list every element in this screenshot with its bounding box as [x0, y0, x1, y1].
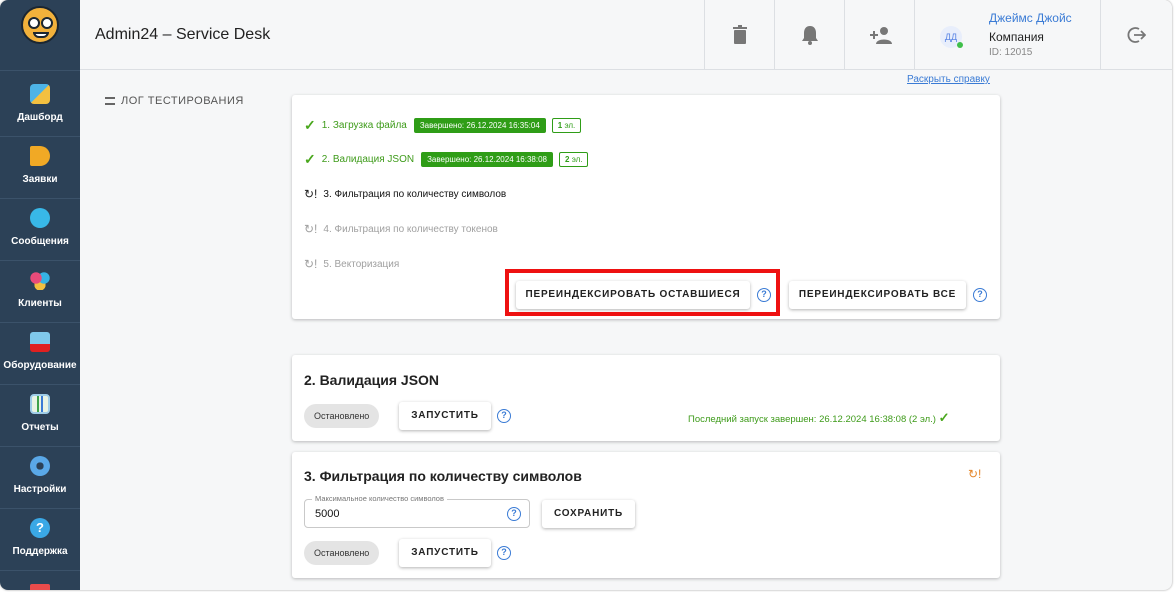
equipment-icon — [30, 332, 50, 352]
step-item: ↻! 3. Фильтрация по количеству символов — [304, 187, 507, 201]
check-icon: ✓ — [304, 151, 316, 167]
sidebar-item-label: Настройки — [13, 484, 67, 495]
add-user-icon — [870, 27, 892, 44]
reload-icon: ↻! — [304, 257, 318, 271]
max-chars-field[interactable]: Максимальное количество символов 5000 ? — [304, 494, 530, 528]
field-label: Максимальное количество символов — [312, 494, 447, 503]
help-icon: ? — [30, 518, 50, 538]
logout-icon — [1127, 27, 1146, 43]
sidebar-item-label: Отчеты — [21, 422, 59, 433]
dashboard-icon — [30, 84, 50, 104]
notifications-button[interactable] — [774, 0, 844, 70]
sidebar-item-label: Оборудование — [3, 360, 77, 371]
char-filter-card: 3. Фильтрация по количеству символов ↻! … — [292, 452, 1000, 578]
help-icon[interactable]: ? — [973, 288, 987, 302]
reindex-all-button[interactable]: ПЕРЕИНДЕКСИРОВАТЬ ВСЕ — [789, 281, 966, 309]
app-title: Admin24 – Service Desk — [95, 26, 271, 43]
sidebar-item-settings[interactable]: Настройки — [0, 446, 80, 508]
sidebar-item-label: Дашборд — [17, 112, 63, 123]
app-window: Дашборд Заявки Сообщения Клиенты Оборудо… — [0, 0, 1172, 590]
sidebar-item-equipment[interactable]: Оборудование — [0, 322, 80, 384]
status-badge: Остановлено — [304, 541, 380, 565]
step-item: ✓ 1. Загрузка файла Завершено: 26.12.202… — [304, 117, 582, 134]
card-title: 3. Фильтрация по количеству символов — [304, 468, 582, 484]
trash-icon — [733, 25, 747, 44]
sidebar-item-messages[interactable]: Сообщения — [0, 198, 80, 260]
reload-icon: ↻! — [304, 222, 318, 236]
chat-icon — [30, 208, 50, 228]
count-badge: 1 эл. — [551, 118, 582, 133]
sidebar-item-dashboard[interactable]: Дашборд — [0, 74, 80, 136]
save-button[interactable]: СОХРАНИТЬ — [542, 500, 635, 528]
gear-icon — [30, 456, 50, 476]
log-section-label: ЛОГ ТЕСТИРОВАНИЯ — [105, 95, 244, 107]
expand-help-link[interactable]: Раскрыть справку — [907, 74, 990, 85]
sidebar-item-label: Заявки — [22, 174, 58, 185]
user-name[interactable]: Джеймс Джойс — [989, 11, 1072, 25]
check-icon: ✓ — [304, 117, 316, 133]
step-item: ↻! 5. Векторизация — [304, 257, 400, 271]
user-id: ID: 12015 — [989, 47, 1033, 58]
step-item: ↻! 4. Фильтрация по количеству токенов — [304, 222, 498, 236]
status-badge: Завершено: 26.12.2024 16:35:04 — [413, 118, 546, 133]
help-icon[interactable]: ? — [497, 546, 511, 560]
logout-button[interactable] — [1100, 0, 1172, 70]
more-icon — [30, 584, 50, 590]
logo-icon[interactable] — [21, 6, 59, 44]
help-icon[interactable]: ? — [507, 507, 521, 521]
bell-icon — [802, 26, 818, 45]
reload-icon: ↻! — [304, 187, 318, 201]
list-icon — [105, 97, 115, 106]
field-value: 5000 — [315, 508, 340, 520]
sidebar-item-support[interactable]: ? Поддержка — [0, 508, 80, 570]
json-validation-card: 2. Валидация JSON Остановлено ЗАПУСТИТЬ … — [292, 355, 1000, 441]
help-icon[interactable]: ? — [497, 409, 511, 423]
sidebar-item-label: Сообщения — [11, 236, 69, 247]
sidebar-divider — [0, 570, 80, 571]
status-badge: Завершено: 26.12.2024 16:38:08 — [421, 152, 553, 167]
step-item: ✓ 2. Валидация JSON Завершено: 26.12.202… — [304, 151, 589, 168]
sidebar-item-tickets[interactable]: Заявки — [0, 136, 80, 198]
sidebar-divider — [0, 70, 80, 71]
card-title: 2. Валидация JSON — [304, 372, 440, 388]
sidebar-item-clients[interactable]: Клиенты — [0, 260, 80, 322]
sidebar: Дашборд Заявки Сообщения Клиенты Оборудо… — [0, 0, 80, 590]
highlight-box — [505, 269, 780, 316]
run-button[interactable]: ЗАПУСТИТЬ — [399, 402, 491, 430]
sidebar-item-label: Поддержка — [12, 546, 68, 557]
online-status-icon — [957, 42, 963, 48]
megaphone-icon — [30, 146, 50, 166]
reload-icon: ↻! — [968, 467, 982, 481]
trash-button[interactable] — [704, 0, 774, 70]
last-run-status: Последний запуск завершен: 26.12.2024 16… — [688, 410, 950, 425]
sidebar-item-reports[interactable]: Отчеты — [0, 384, 80, 446]
header: Admin24 – Service Desk ДД Джеймс Джойс К… — [80, 0, 1172, 70]
sidebar-item-label: Клиенты — [18, 298, 62, 309]
user-company: Компания — [989, 30, 1044, 44]
count-badge: 2 эл. — [559, 152, 589, 167]
clients-icon — [30, 270, 50, 290]
add-user-button[interactable] — [844, 0, 914, 70]
check-icon: ✓ — [938, 410, 950, 425]
run-button[interactable]: ЗАПУСТИТЬ — [399, 539, 491, 567]
status-badge: Остановлено — [304, 404, 380, 428]
reports-icon — [30, 394, 50, 414]
